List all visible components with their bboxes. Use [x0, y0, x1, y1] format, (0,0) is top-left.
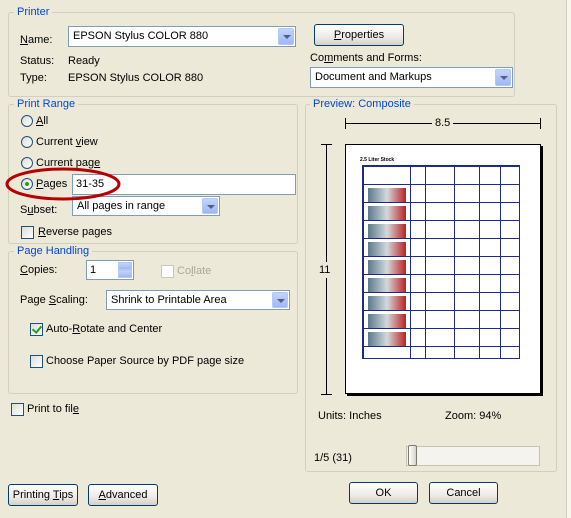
reverse-pages-label[interactable]: Reverse pages [38, 226, 112, 238]
chevron-down-icon[interactable] [278, 28, 294, 45]
printer-name-select[interactable]: EPSON Stylus COLOR 880 [68, 26, 296, 47]
preview-boat-image [368, 332, 406, 346]
printer-name-value: EPSON Stylus COLOR 880 [73, 30, 209, 42]
radio-all-label[interactable]: All [36, 115, 48, 127]
page-scaling-value: Shrink to Printable Area [111, 294, 227, 306]
chevron-down-icon[interactable] [202, 198, 218, 214]
reverse-pages-checkbox[interactable] [21, 226, 34, 239]
highlight-ellipse [5, 167, 121, 201]
stepper-up-icon[interactable] [118, 262, 132, 270]
preview-boat-image [368, 314, 406, 328]
copies-stepper[interactable]: 1 [86, 260, 134, 280]
properties-button[interactable]: Properties [314, 24, 404, 46]
subset-label: Subset: [20, 204, 58, 216]
radio-all[interactable] [21, 115, 33, 127]
cancel-button[interactable]: Cancel [429, 482, 498, 504]
radio-current-view-label[interactable]: Current view [36, 136, 98, 148]
name-label: Name: [20, 34, 53, 46]
preview-col-divider [479, 166, 480, 358]
preview-doc-title: 2.5 Liter Stock [360, 157, 395, 163]
units-label: Units: Inches [318, 410, 382, 422]
print-to-file-label[interactable]: Print to file [27, 403, 79, 415]
copies-value: 1 [90, 264, 97, 276]
ok-button[interactable]: OK [349, 482, 418, 504]
copies-label: Copies: [20, 264, 58, 276]
page-indicator: 1/5 (31) [314, 452, 352, 464]
stepper-down-icon[interactable] [118, 270, 132, 278]
radio-current-view[interactable] [21, 136, 33, 148]
preview-boat-image [368, 260, 406, 274]
type-value: EPSON Stylus COLOR 880 [68, 72, 204, 84]
preview-boat-image [368, 278, 406, 292]
page-slider-thumb[interactable] [408, 445, 417, 466]
preview-boat-image [368, 224, 406, 238]
width-tick-right [540, 118, 541, 129]
collate-checkbox[interactable] [161, 265, 174, 278]
auto-rotate-label[interactable]: Auto-Rotate and Center [46, 323, 162, 335]
print-to-file-checkbox[interactable] [11, 403, 24, 416]
comments-select[interactable]: Document and Markups [310, 67, 513, 88]
preview-boat-image [368, 188, 406, 202]
status-label: Status: [20, 55, 55, 67]
page-scaling-select[interactable]: Shrink to Printable Area [106, 290, 290, 310]
height-value: 11 [319, 262, 331, 278]
chevron-down-icon[interactable] [272, 292, 288, 308]
width-tick-left [345, 118, 346, 129]
page-preview: 2.5 Liter Stock [345, 144, 541, 394]
paper-source-label[interactable]: Choose Paper Source by PDF page size [46, 355, 244, 367]
preview-table [362, 165, 520, 359]
preview-boat-image [368, 242, 406, 256]
comments-value: Document and Markups [315, 71, 432, 83]
window-edge [566, 0, 571, 518]
collate-label: Collate [177, 265, 212, 277]
zoom-label: Zoom: 94% [445, 410, 502, 422]
print-range-legend: Print Range [14, 98, 79, 110]
preview-col-divider [410, 166, 411, 358]
printer-legend: Printer [14, 6, 53, 18]
chevron-down-icon[interactable] [495, 69, 511, 86]
preview-boat-image [368, 296, 406, 310]
preview-boat-image [368, 206, 406, 220]
height-tick-bottom [321, 394, 332, 395]
preview-col-divider [454, 166, 455, 358]
printing-tips-button[interactable]: Printing Tips [8, 484, 78, 506]
auto-rotate-checkbox[interactable] [30, 323, 43, 336]
preview-legend: Preview: Composite [310, 98, 414, 110]
preview-col-divider [500, 166, 501, 358]
page-slider-track[interactable] [406, 446, 540, 466]
advanced-button[interactable]: Advanced [88, 484, 158, 506]
status-value: Ready [68, 55, 100, 67]
width-value: 8.5 [432, 117, 454, 129]
comments-label: Comments and Forms: [310, 52, 422, 64]
type-label: Type: [20, 72, 47, 84]
preview-col-divider [425, 166, 426, 358]
page-scaling-label: Page Scaling: [20, 294, 88, 306]
height-tick-top [321, 144, 332, 145]
page-handling-legend: Page Handling [14, 245, 93, 257]
paper-source-checkbox[interactable] [30, 355, 43, 368]
